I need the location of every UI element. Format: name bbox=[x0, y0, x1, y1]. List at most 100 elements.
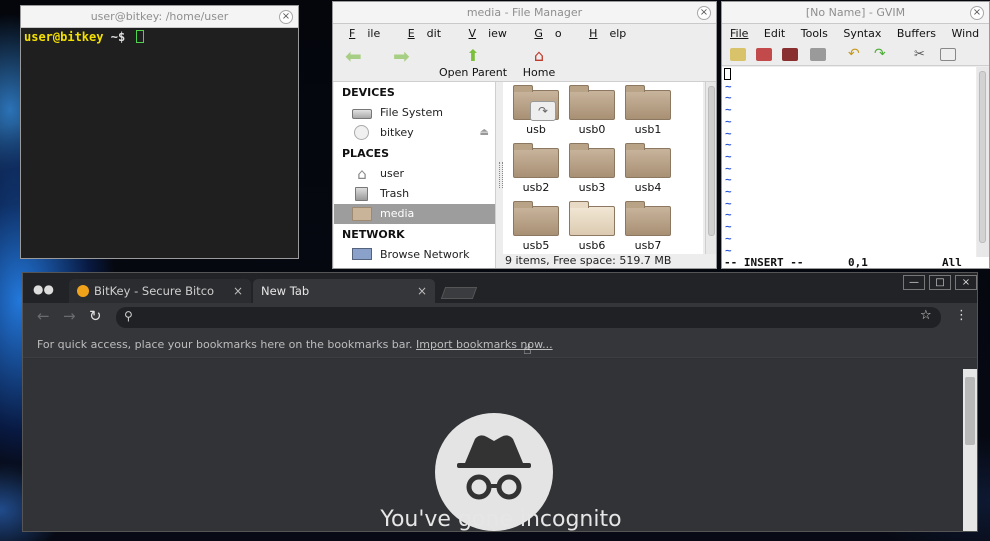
copy-icon[interactable] bbox=[940, 48, 956, 61]
gvim-menu-tools[interactable]: Tools bbox=[801, 27, 828, 40]
terminal-title: user@bitkey: /home/user bbox=[90, 10, 229, 23]
sidebar-item-bitkey[interactable]: bitkey ⏏ bbox=[334, 123, 495, 143]
sidebar-item-user[interactable]: ⌂ user bbox=[334, 164, 495, 184]
terminal-body[interactable]: user@bitkey ~$ bbox=[21, 28, 298, 258]
chrome-window[interactable]: ●● BitKey - Secure Bitco × New Tab × — □… bbox=[22, 272, 978, 532]
up-arrow-icon: ⬆ bbox=[466, 46, 480, 65]
hand-pointer-icon: ☝ bbox=[523, 342, 532, 358]
folder-usb7[interactable]: usb7 bbox=[622, 201, 674, 252]
terminal-titlebar[interactable]: user@bitkey: /home/user × bbox=[21, 6, 298, 28]
forward-button[interactable]: ➡ bbox=[393, 46, 410, 66]
menu-help[interactable]: Help bbox=[581, 27, 630, 40]
folder-label: usb4 bbox=[634, 181, 662, 194]
page-scrollbar[interactable] bbox=[963, 369, 977, 531]
terminal-cursor bbox=[136, 30, 145, 43]
network-icon bbox=[352, 248, 372, 260]
folder-icon bbox=[569, 143, 615, 178]
redo-icon[interactable]: ↷ bbox=[874, 47, 890, 61]
file-manager-titlebar[interactable]: media - File Manager × bbox=[333, 2, 716, 24]
gvim-toolbar: ↶ ↷ ✂ bbox=[722, 44, 989, 66]
folder-icon bbox=[625, 85, 671, 120]
save-all-icon[interactable] bbox=[782, 48, 798, 61]
save-icon[interactable] bbox=[756, 48, 772, 61]
folder-grid-scrollbar[interactable] bbox=[705, 82, 716, 254]
tab-bitkey[interactable]: BitKey - Secure Bitco × bbox=[69, 279, 251, 303]
incognito-headline: You've gone incognito bbox=[380, 507, 622, 532]
bookmarks-hint: For quick access, place your bookmarks h… bbox=[37, 338, 413, 351]
import-bookmarks-link[interactable]: Import bookmarks now... bbox=[416, 338, 553, 351]
tab-close-button[interactable]: × bbox=[417, 279, 427, 303]
gvim-scrollbar[interactable] bbox=[977, 67, 989, 257]
sidebar-item-media[interactable]: media bbox=[334, 204, 495, 224]
reload-icon[interactable]: ↻ bbox=[89, 307, 102, 325]
folder-usb[interactable]: ↷ usb bbox=[510, 85, 562, 136]
empty-line-tilde: ~ bbox=[725, 243, 732, 257]
sidebar-item-label: Trash bbox=[380, 187, 410, 200]
new-tab-button[interactable] bbox=[440, 287, 478, 299]
menu-file[interactable]: File bbox=[341, 27, 384, 40]
terminal-window[interactable]: user@bitkey: /home/user × user@bitkey ~$ bbox=[20, 5, 299, 259]
file-manager-close-button[interactable]: × bbox=[697, 6, 711, 20]
scrollbar-thumb[interactable] bbox=[965, 377, 975, 445]
scrollbar-thumb[interactable] bbox=[979, 71, 986, 243]
folder-usb1[interactable]: usb1 bbox=[622, 85, 674, 136]
scroll-indicator: All bbox=[942, 256, 962, 269]
undo-icon[interactable]: ↶ bbox=[848, 47, 864, 61]
folder-usb0[interactable]: usb0 bbox=[566, 85, 618, 136]
menu-edit[interactable]: Edit bbox=[400, 27, 445, 40]
sidebar-item-trash[interactable]: Trash bbox=[334, 184, 495, 204]
folder-label: usb1 bbox=[634, 123, 662, 136]
sidebar-item-file-system[interactable]: File System bbox=[334, 103, 495, 123]
file-manager-window[interactable]: media - File Manager × File Edit View Go… bbox=[332, 1, 717, 269]
folder-icon bbox=[352, 207, 372, 221]
network-header: NETWORK bbox=[342, 228, 405, 241]
gvim-titlebar[interactable]: [No Name] - GVIM × bbox=[722, 2, 989, 24]
folder-usb4[interactable]: usb4 bbox=[622, 143, 674, 194]
print-icon[interactable] bbox=[810, 48, 826, 61]
close-window-button[interactable]: × bbox=[955, 275, 977, 290]
folder-usb3[interactable]: usb3 bbox=[566, 143, 618, 194]
folder-label: usb5 bbox=[522, 239, 550, 252]
bookmark-star-icon[interactable]: ☆ bbox=[920, 308, 932, 323]
link-badge-icon: ↷ bbox=[530, 101, 556, 121]
open-parent-button[interactable]: ⬆ Open Parent bbox=[433, 46, 513, 79]
address-bar[interactable]: ⚲ bbox=[116, 307, 941, 328]
folder-usb2[interactable]: usb2 bbox=[510, 143, 562, 194]
text-cursor bbox=[724, 68, 731, 80]
prompt-user: user@bitkey bbox=[24, 30, 104, 44]
tab-new-tab[interactable]: New Tab × bbox=[253, 279, 435, 303]
home-button[interactable]: ⌂ Home bbox=[513, 46, 565, 79]
eject-icon[interactable]: ⏏ bbox=[480, 123, 489, 143]
folder-label: usb7 bbox=[634, 239, 662, 252]
trash-icon bbox=[355, 187, 368, 201]
disc-icon bbox=[354, 125, 369, 140]
scrollbar-thumb[interactable] bbox=[708, 86, 715, 236]
gvim-menu-buffers[interactable]: Buffers bbox=[897, 27, 936, 40]
sidebar-item-browse-network[interactable]: Browse Network bbox=[334, 245, 495, 265]
back-button[interactable]: ⬅ bbox=[345, 46, 362, 66]
gvim-window[interactable]: [No Name] - GVIM × File Edit Tools Synta… bbox=[721, 1, 990, 269]
empty-line-tilde: ~ bbox=[725, 196, 732, 210]
forward-arrow-icon[interactable]: → bbox=[63, 307, 76, 325]
gvim-menu-syntax[interactable]: Syntax bbox=[843, 27, 881, 40]
empty-line-tilde: ~ bbox=[725, 208, 732, 222]
gvim-close-button[interactable]: × bbox=[970, 6, 984, 20]
cut-icon[interactable]: ✂ bbox=[914, 48, 930, 61]
gvim-menu-edit[interactable]: Edit bbox=[764, 27, 785, 40]
folder-icon: ↷ bbox=[513, 85, 559, 121]
open-icon[interactable] bbox=[730, 48, 746, 61]
minimize-button[interactable]: — bbox=[903, 275, 925, 290]
folder-usb6[interactable]: usb6 bbox=[566, 201, 618, 252]
folder-usb5[interactable]: usb5 bbox=[510, 201, 562, 252]
gvim-editor[interactable]: ~ ~ ~ ~ ~ ~ ~ ~ ~ ~ ~ ~ ~ ~ ~ bbox=[722, 67, 976, 257]
maximize-button[interactable]: □ bbox=[929, 275, 951, 290]
gvim-menu-file[interactable]: File bbox=[730, 27, 748, 40]
menu-file-rest: ile bbox=[367, 27, 381, 40]
menu-view[interactable]: View bbox=[461, 27, 511, 40]
menu-go[interactable]: Go bbox=[526, 27, 565, 40]
chrome-menu-icon[interactable]: ⋮ bbox=[955, 308, 968, 323]
gvim-menu-window[interactable]: Wind bbox=[952, 27, 980, 40]
tab-close-button[interactable]: × bbox=[233, 279, 243, 303]
back-arrow-icon[interactable]: ← bbox=[37, 307, 50, 325]
terminal-close-button[interactable]: × bbox=[279, 10, 293, 24]
